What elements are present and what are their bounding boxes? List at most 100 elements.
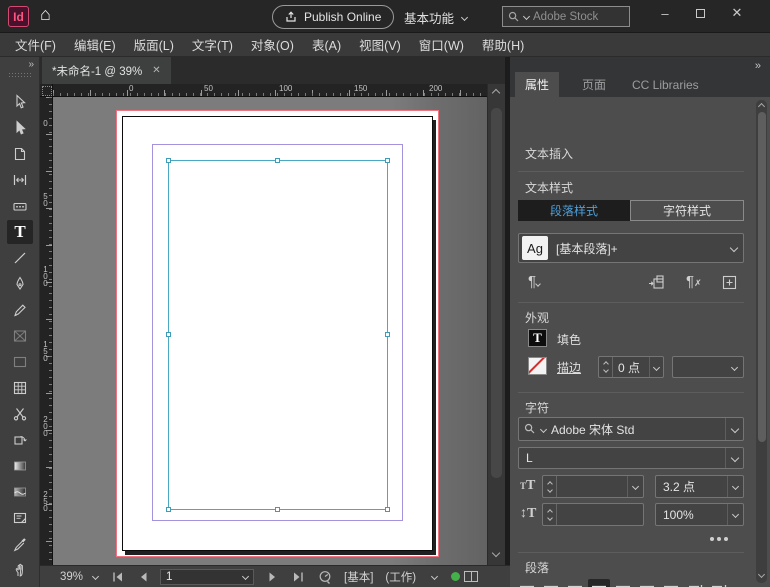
- frame-handle[interactable]: [385, 158, 390, 163]
- align-center-button[interactable]: [540, 579, 562, 587]
- line-tool[interactable]: [7, 246, 33, 270]
- font-size-stepper[interactable]: [542, 475, 644, 498]
- align-right-button[interactable]: [564, 579, 586, 587]
- horizontal-grid-tool[interactable]: [7, 376, 33, 400]
- note-tool[interactable]: [7, 506, 33, 530]
- pen-tool[interactable]: [7, 272, 33, 296]
- zoom-level-dropdown-icon[interactable]: [92, 573, 99, 580]
- scroll-up-icon[interactable]: [492, 89, 500, 97]
- zoom-level-value[interactable]: 39%: [60, 571, 83, 583]
- frame-handle[interactable]: [166, 507, 171, 512]
- paragraph-style-dropdown[interactable]: Ag [基本段落]+: [518, 233, 744, 263]
- scrollbar-thumb[interactable]: [758, 112, 766, 442]
- character-styles-segment[interactable]: 字符样式: [630, 200, 744, 221]
- align-left-button[interactable]: [516, 579, 538, 587]
- direct-selection-tool[interactable]: [7, 116, 33, 140]
- font-style-dropdown[interactable]: L: [518, 447, 744, 469]
- gap-tool[interactable]: [7, 168, 33, 192]
- type-tool[interactable]: T: [7, 220, 33, 244]
- stroke-weight-stepper[interactable]: 0 点: [598, 356, 664, 378]
- next-page-button[interactable]: [268, 571, 277, 583]
- scroll-down-icon[interactable]: [492, 549, 500, 557]
- scroll-down-icon[interactable]: [757, 571, 764, 578]
- scroll-up-icon[interactable]: [757, 103, 764, 110]
- preflight-state[interactable]: (工作): [385, 569, 416, 585]
- rectangle-frame-tool[interactable]: [7, 324, 33, 348]
- gradient-feather-tool[interactable]: [7, 480, 33, 504]
- last-page-button[interactable]: [291, 571, 304, 583]
- eyedropper-tool[interactable]: [7, 532, 33, 556]
- close-tab-icon[interactable]: ✕: [152, 65, 160, 76]
- menu-edit[interactable]: 编辑(E): [65, 35, 125, 54]
- justify-last-right-button[interactable]: [636, 579, 658, 587]
- preflight-gauge-icon[interactable]: [318, 570, 332, 584]
- frame-handle[interactable]: [275, 158, 280, 163]
- gradient-swatch-tool[interactable]: [7, 454, 33, 478]
- tools-drag-handle[interactable]: [9, 73, 31, 78]
- adobe-stock-search-input[interactable]: Adobe Stock: [502, 6, 630, 27]
- tab-pages[interactable]: 页面: [572, 72, 616, 97]
- create-style-icon[interactable]: [722, 275, 737, 290]
- frame-handle[interactable]: [385, 507, 390, 512]
- home-icon[interactable]: ⌂: [40, 4, 51, 25]
- redefine-style-icon[interactable]: [648, 275, 665, 290]
- stroke-label[interactable]: 描边: [557, 359, 581, 376]
- minimize-button[interactable]: –: [650, 0, 680, 26]
- panel-collapse-icon[interactable]: »: [755, 60, 760, 72]
- frame-handle[interactable]: [166, 158, 171, 163]
- menu-file[interactable]: 文件(F): [6, 35, 65, 54]
- content-collector-tool[interactable]: [7, 194, 33, 218]
- align-toward-spine-button[interactable]: [684, 579, 706, 587]
- page-number-input[interactable]: 1: [160, 569, 254, 585]
- selection-tool[interactable]: [7, 90, 33, 114]
- panel-scrollbar[interactable]: [756, 100, 767, 583]
- font-family-dropdown[interactable]: Adobe 宋体 Std: [518, 417, 744, 441]
- hand-tool[interactable]: [7, 558, 33, 582]
- tab-cc-libraries[interactable]: CC Libraries: [622, 72, 709, 97]
- font-size-value-dropdown[interactable]: 3.2 点: [655, 475, 744, 498]
- fill-color-swatch[interactable]: T: [528, 329, 547, 347]
- first-page-button[interactable]: [112, 571, 125, 583]
- frame-handle[interactable]: [275, 507, 280, 512]
- pencil-tool[interactable]: [7, 298, 33, 322]
- menu-object[interactable]: 对象(O): [242, 35, 303, 54]
- rectangle-tool[interactable]: [7, 350, 33, 374]
- justify-last-left-button[interactable]: [588, 579, 610, 587]
- menu-help[interactable]: 帮助(H): [473, 35, 533, 54]
- page-dropdown-icon[interactable]: [242, 573, 249, 580]
- menu-view[interactable]: 视图(V): [350, 35, 410, 54]
- paragraph-styles-segment[interactable]: 段落样式: [518, 200, 630, 221]
- vertical-ruler[interactable]: 0 50 100 150 200 250: [40, 97, 53, 565]
- frame-handle[interactable]: [385, 332, 390, 337]
- stroke-type-dropdown[interactable]: [672, 356, 744, 378]
- document-canvas[interactable]: [53, 97, 487, 565]
- tab-properties[interactable]: 属性: [515, 72, 559, 97]
- leading-value-dropdown[interactable]: 100%: [655, 503, 744, 526]
- scrollbar-thumb[interactable]: [491, 108, 502, 478]
- previous-page-button[interactable]: [139, 571, 148, 583]
- justify-all-button[interactable]: [660, 579, 682, 587]
- paragraph-mark-button[interactable]: ¶: [528, 273, 540, 290]
- close-button[interactable]: ✕: [722, 0, 752, 26]
- preflight-dropdown-icon[interactable]: [431, 573, 438, 580]
- page-tool[interactable]: [7, 142, 33, 166]
- menu-type[interactable]: 文字(T): [183, 35, 242, 54]
- clear-overrides-icon[interactable]: ¶✗: [686, 273, 702, 290]
- preflight-profile[interactable]: [基本]: [344, 569, 373, 585]
- character-more-options-button[interactable]: [710, 537, 714, 541]
- menu-layout[interactable]: 版面(L): [125, 35, 183, 54]
- free-transform-tool[interactable]: [7, 428, 33, 452]
- publish-online-button[interactable]: Publish Online: [272, 5, 394, 29]
- workspace-switcher[interactable]: 基本功能: [404, 8, 467, 27]
- stroke-swatch[interactable]: [528, 357, 547, 375]
- frame-handle[interactable]: [166, 332, 171, 337]
- tools-collapse-icon[interactable]: »: [28, 59, 33, 70]
- text-frame[interactable]: [168, 160, 388, 510]
- maximize-button[interactable]: [685, 0, 715, 26]
- justify-last-center-button[interactable]: [612, 579, 634, 587]
- align-away-from-spine-button[interactable]: [708, 579, 730, 587]
- document-tab[interactable]: *未命名-1 @ 39% ✕: [42, 57, 171, 84]
- menu-table[interactable]: 表(A): [303, 35, 350, 54]
- scissors-tool[interactable]: [7, 402, 33, 426]
- menu-window[interactable]: 窗口(W): [410, 35, 473, 54]
